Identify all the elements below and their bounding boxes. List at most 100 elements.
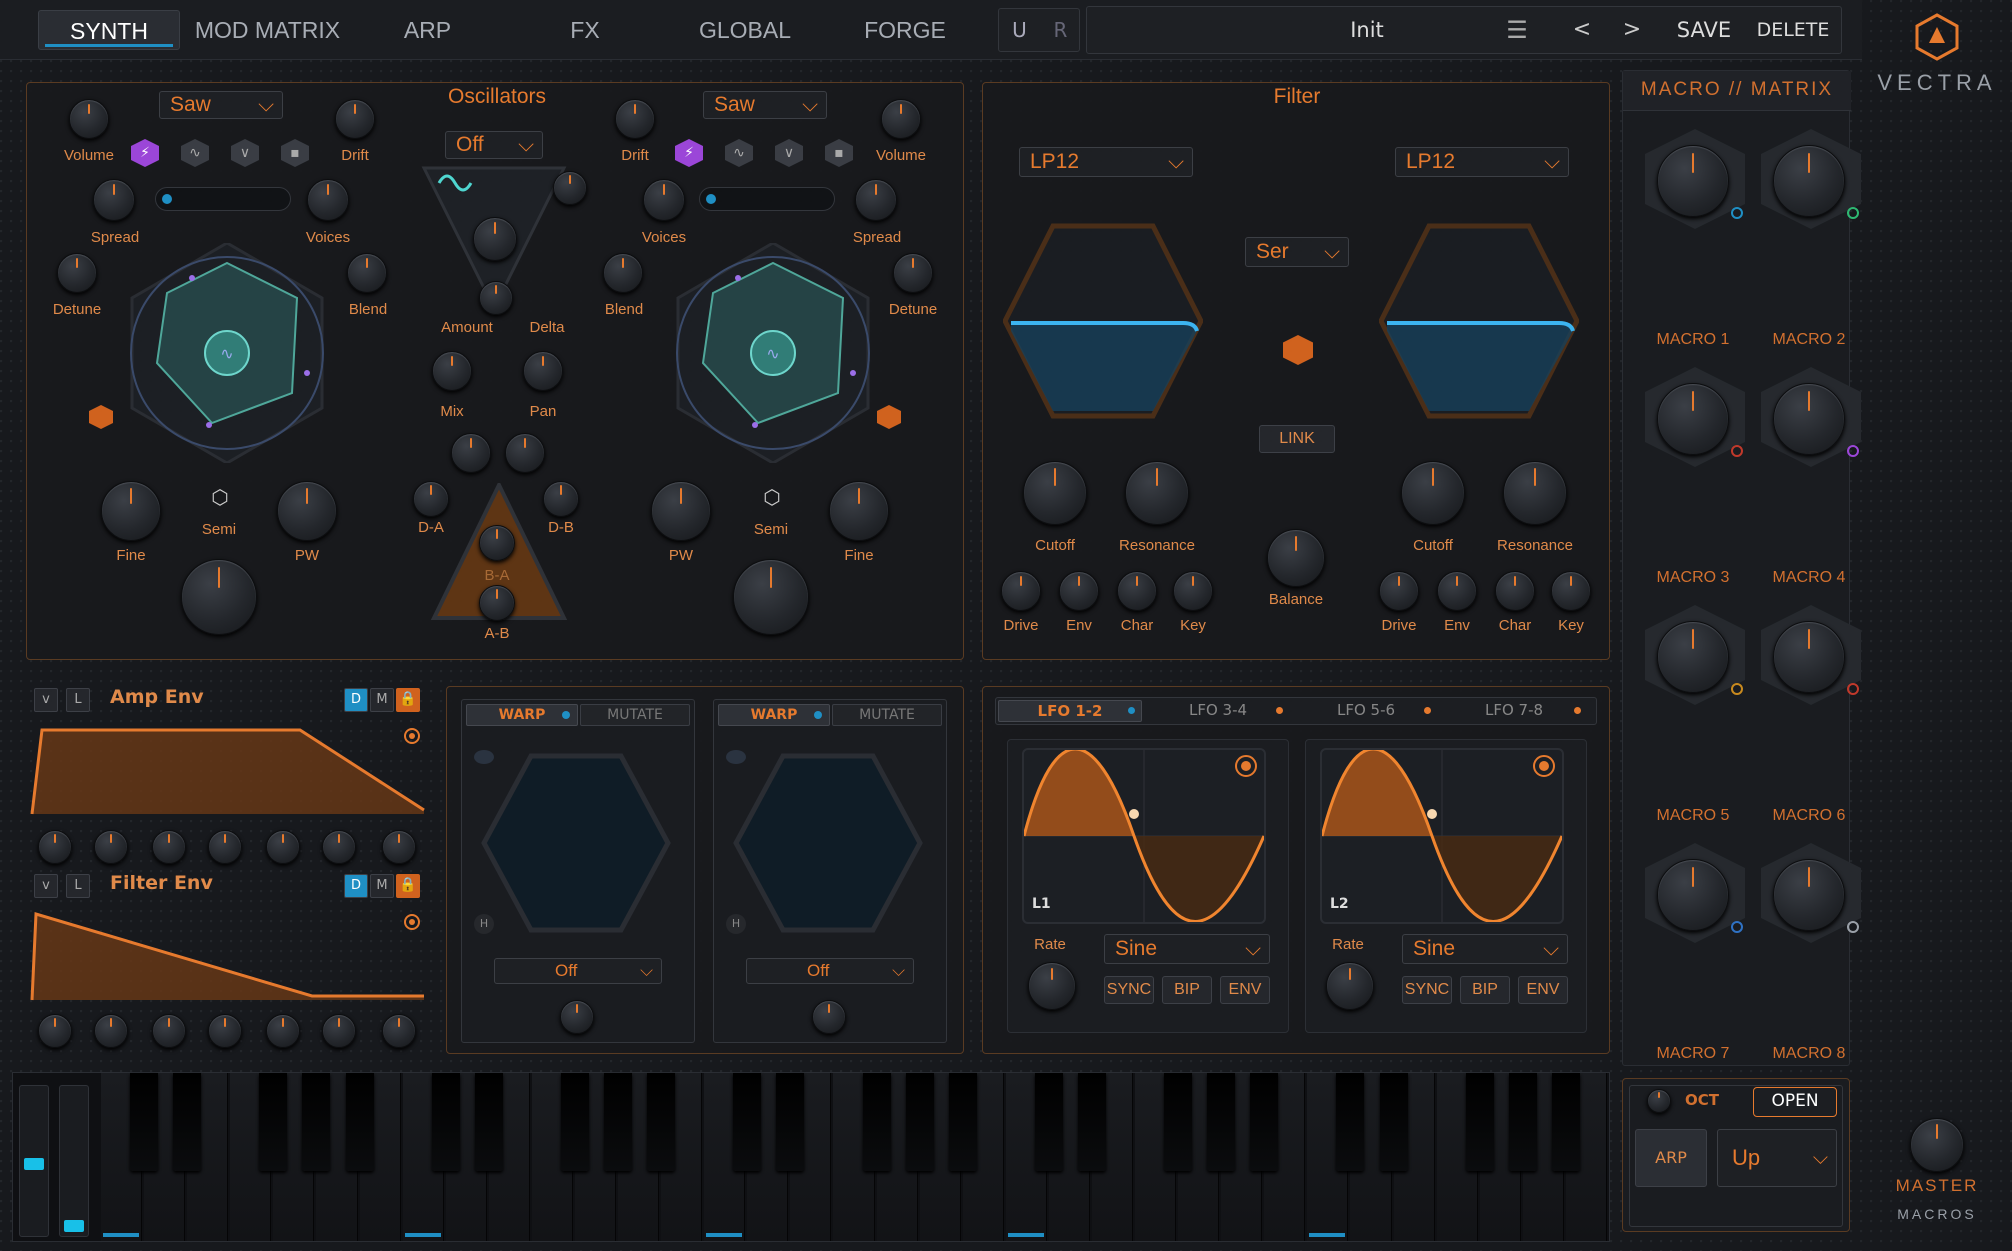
save-button[interactable]: SAVE [1669, 7, 1739, 53]
lfo2-shape-select[interactable]: Sine ⌵ [1402, 934, 1568, 964]
filter-balance-knob[interactable] [1267, 529, 1325, 587]
lfo1-bip-button[interactable]: BIP [1162, 976, 1212, 1004]
osc2-volume-knob[interactable] [881, 99, 921, 139]
mixer-knob-left[interactable] [451, 433, 491, 473]
macro-2-knob[interactable] [1773, 145, 1845, 217]
black-key[interactable] [733, 1073, 762, 1171]
black-key[interactable] [1164, 1073, 1193, 1171]
filter2-type-select[interactable]: LP12 ⌵ [1395, 147, 1569, 177]
black-key[interactable] [1379, 1073, 1408, 1171]
osc1-semi-knob[interactable] [181, 559, 257, 635]
osc1-pw-knob[interactable] [277, 481, 337, 541]
lfo1-display[interactable]: L1 [1022, 747, 1266, 924]
filter1-drive-knob[interactable] [1001, 571, 1041, 611]
menu-icon[interactable]: ☰ [1497, 7, 1537, 53]
black-key[interactable] [647, 1073, 676, 1171]
tab-fx[interactable]: FX [525, 10, 645, 50]
warp1-display[interactable] [476, 748, 676, 938]
filter-env-knob-6[interactable] [322, 1014, 356, 1048]
osc2-wave-select[interactable]: Saw ⌵ [703, 91, 827, 119]
black-key[interactable] [1034, 1073, 1063, 1171]
black-key[interactable] [1465, 1073, 1494, 1171]
black-key[interactable] [259, 1073, 288, 1171]
osc1-wave-select[interactable]: Saw ⌵ [159, 91, 283, 119]
filter2-char-knob[interactable] [1495, 571, 1535, 611]
black-key[interactable] [431, 1073, 460, 1171]
osc1-blend-knob[interactable] [347, 253, 387, 293]
filter-link-button[interactable]: LINK [1259, 425, 1335, 453]
osc1-voices-knob[interactable] [307, 179, 349, 221]
black-key[interactable] [862, 1073, 891, 1171]
warp1-mode-select[interactable]: Off ⌵ [494, 958, 662, 984]
filter1-env-knob[interactable] [1059, 571, 1099, 611]
filter-env-lock-icon[interactable]: 🔒 [396, 874, 420, 898]
osc2-semi-hex-icon[interactable]: ⬡ [761, 485, 783, 509]
osc1-detune-knob[interactable] [57, 253, 97, 293]
filter-routing-select[interactable]: Ser ⌵ [1245, 237, 1349, 267]
mixer-pan-knob[interactable] [523, 351, 563, 391]
osc2-triangle-wave-icon[interactable]: ∨ [775, 139, 803, 167]
filter-env-d-button[interactable]: D [344, 874, 368, 898]
prev-preset-button[interactable]: < [1567, 7, 1597, 53]
warp1-amount-knob[interactable] [560, 1000, 594, 1034]
osc-mix-top-knob[interactable] [553, 171, 587, 205]
tab-global[interactable]: GLOBAL [680, 10, 810, 50]
pitch-wheel[interactable] [19, 1085, 49, 1237]
filter1-response-display[interactable] [1002, 221, 1204, 421]
lfo2-display[interactable]: L2 [1320, 747, 1564, 924]
amp-env-m-button[interactable]: M [370, 688, 394, 712]
piano-keys[interactable] [101, 1073, 1609, 1243]
filter1-key-knob[interactable] [1173, 571, 1213, 611]
black-key[interactable] [1508, 1073, 1537, 1171]
filter2-env-knob[interactable] [1437, 571, 1477, 611]
osc1-semi-hex-icon[interactable]: ⬡ [209, 485, 231, 509]
filter-env-knob-4[interactable] [208, 1014, 242, 1048]
black-key[interactable] [1250, 1073, 1279, 1171]
black-key[interactable] [560, 1073, 589, 1171]
amp-env-loop-button[interactable]: L [66, 688, 90, 712]
filter-env-collapse-button[interactable]: v [34, 874, 58, 898]
amp-env-knob-1[interactable] [38, 830, 72, 864]
warp1-h-button[interactable]: H [474, 914, 494, 934]
lfo-tab-7-8[interactable]: LFO 7-8 [1442, 700, 1586, 722]
osc2-pw-knob[interactable] [651, 481, 711, 541]
mod-wheel[interactable] [59, 1085, 89, 1237]
tab-arp[interactable]: ARP [370, 10, 485, 50]
osc1-sine-wave-icon[interactable]: ∿ [181, 139, 209, 167]
mixer-knob-right[interactable] [505, 433, 545, 473]
amp-env-graph[interactable] [28, 720, 428, 820]
tab-synth[interactable]: SYNTH [38, 10, 180, 50]
osc1-square-wave-icon[interactable]: ▪ [281, 139, 309, 167]
warp1-mutate-tab[interactable]: MUTATE [580, 704, 690, 726]
osc-mix-bottom-knob[interactable] [479, 281, 513, 315]
osc2-saw-wave-icon[interactable]: ⚡ [675, 139, 703, 167]
black-key[interactable] [1207, 1073, 1236, 1171]
mixer-mix-knob[interactable] [432, 351, 472, 391]
macro-1-knob[interactable] [1657, 145, 1729, 217]
filter-env-loop-button[interactable]: L [66, 874, 90, 898]
filter1-resonance-knob[interactable] [1125, 461, 1189, 525]
black-key[interactable] [905, 1073, 934, 1171]
amp-env-collapse-button[interactable]: v [34, 688, 58, 712]
warp2-h-button[interactable]: H [726, 914, 746, 934]
filter2-cutoff-knob[interactable] [1401, 461, 1465, 525]
osc2-blend-knob[interactable] [603, 253, 643, 293]
filter1-char-knob[interactable] [1117, 571, 1157, 611]
macro-3-knob[interactable] [1657, 383, 1729, 455]
arp-toggle-button[interactable]: ARP [1635, 1129, 1707, 1187]
lfo1-env-button[interactable]: ENV [1220, 976, 1270, 1004]
arp-oct-knob[interactable] [1647, 1089, 1671, 1113]
osc1-saw-wave-icon[interactable]: ⚡ [131, 139, 159, 167]
filter-mod-hex-icon[interactable] [1283, 335, 1313, 365]
black-key[interactable] [345, 1073, 374, 1171]
osc2-voices-knob[interactable] [643, 179, 685, 221]
macro-4-knob[interactable] [1773, 383, 1845, 455]
lfo2-sync-button[interactable]: SYNC [1402, 976, 1452, 1004]
filter-env-graph[interactable] [28, 906, 428, 1006]
black-key[interactable] [474, 1073, 503, 1171]
arp-open-button[interactable]: OPEN [1753, 1087, 1837, 1117]
osc2-fine-knob[interactable] [829, 481, 889, 541]
filter2-response-display[interactable] [1378, 221, 1580, 421]
osc2-square-wave-icon[interactable]: ▪ [825, 139, 853, 167]
black-key[interactable] [1551, 1073, 1580, 1171]
